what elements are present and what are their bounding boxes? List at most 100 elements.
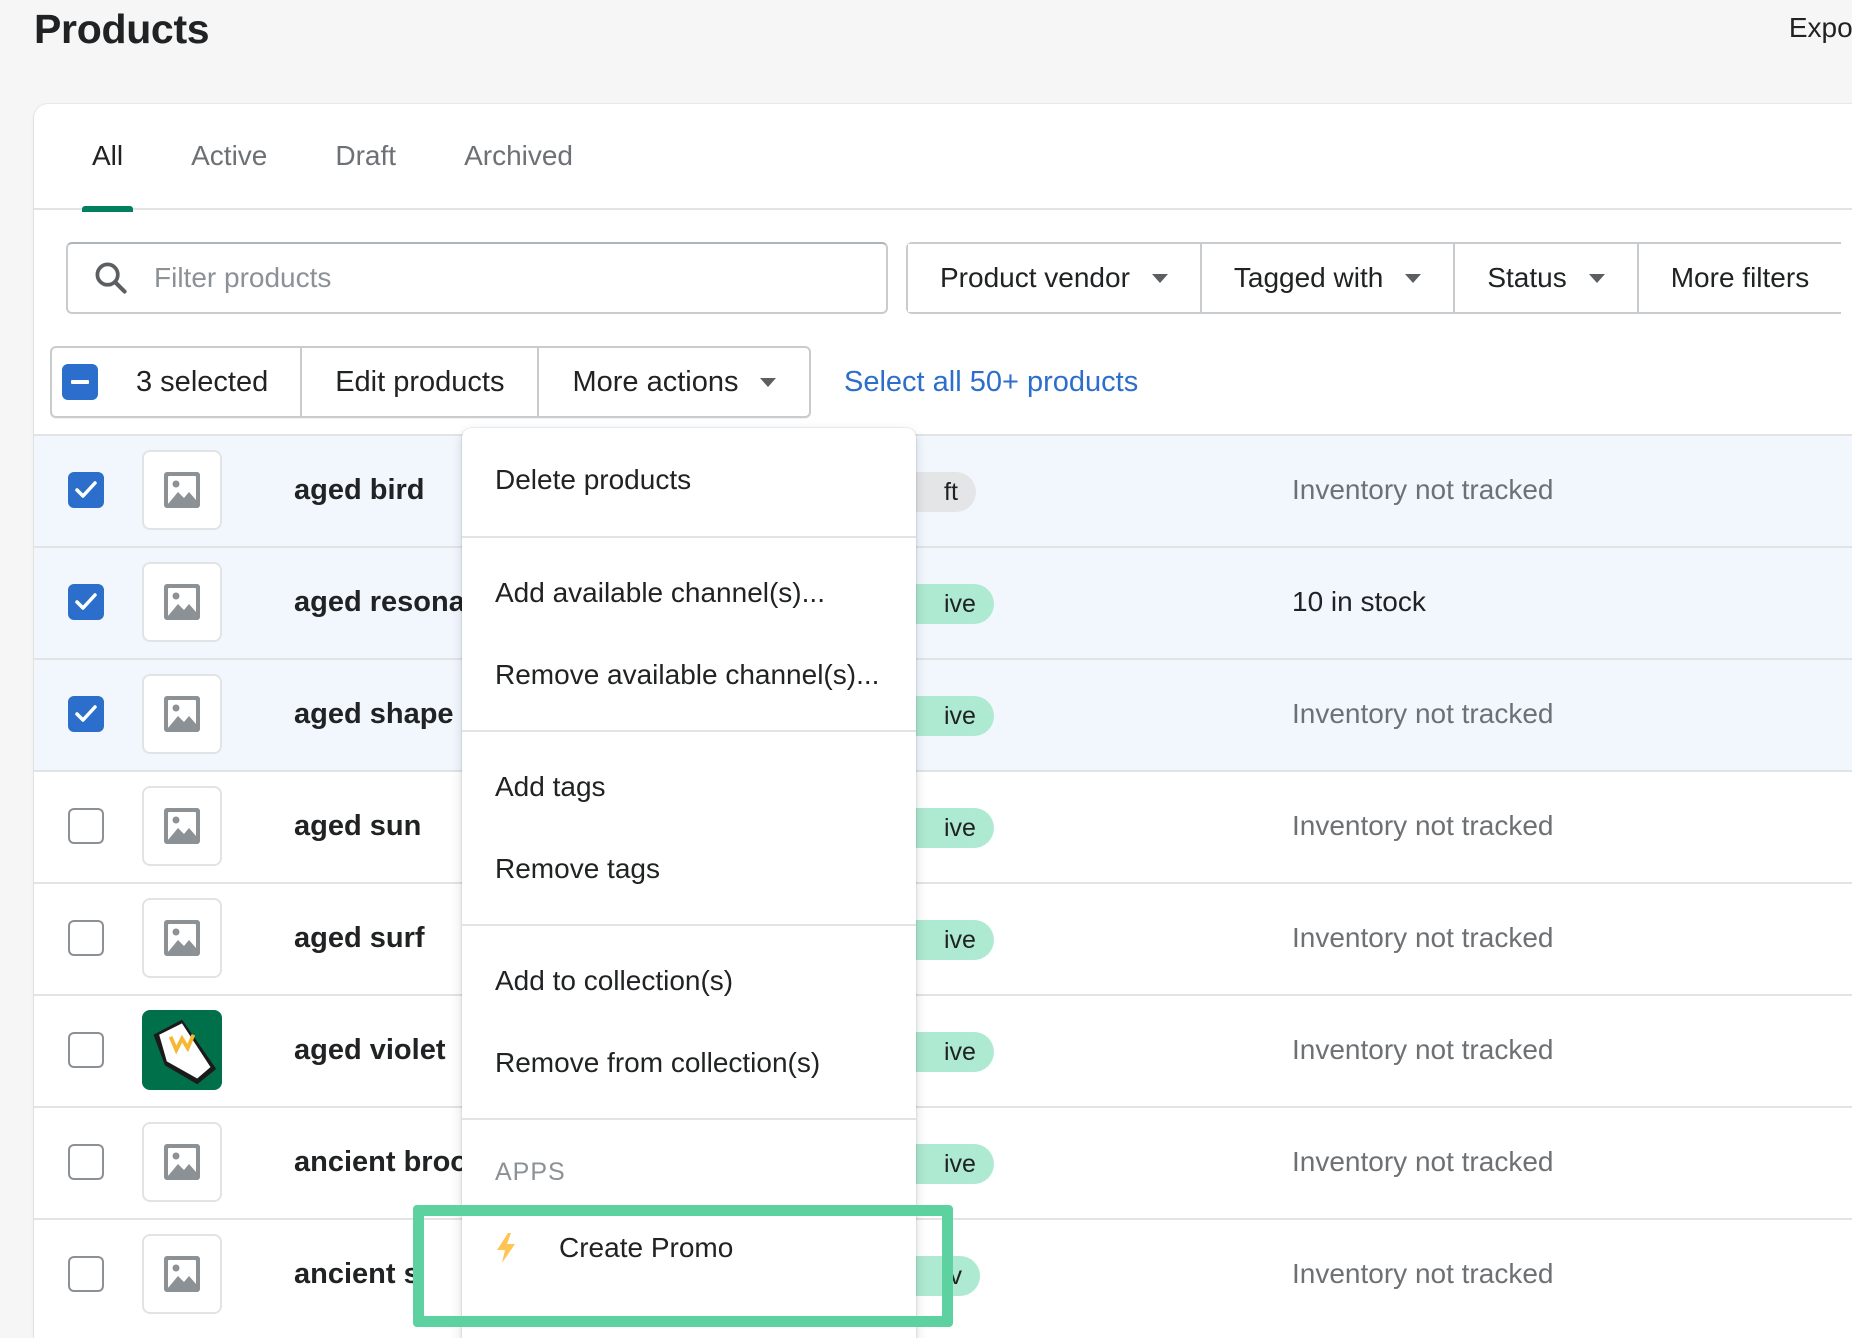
caret-down-icon [1405,273,1422,283]
indeterminate-checkbox[interactable] [62,364,98,400]
inventory-status: Inventory not tracked [1292,474,1554,505]
table-row[interactable]: aged shape ive Inventory not tracked [34,658,1852,770]
search-input[interactable] [154,262,834,294]
filter-product-vendor[interactable]: Product vendor [908,244,1202,312]
product-thumbnail[interactable] [142,1234,222,1314]
bolt-icon [497,1233,515,1263]
caret-down-icon [760,377,777,387]
menu-item-add-channels[interactable]: Add available channel(s)... [462,552,916,634]
product-name[interactable]: aged sun [294,810,421,843]
tab-all[interactable]: All [58,104,157,212]
image-placeholder-icon [164,920,200,956]
image-placeholder-icon [164,1256,200,1292]
table-row[interactable]: aged resona ive 10 in stock [34,546,1852,658]
search-icon [95,262,127,294]
table-row[interactable]: aged bird ft Inventory not tracked [34,434,1852,546]
filter-more[interactable]: More filters [1638,244,1842,312]
row-checkbox[interactable] [68,920,104,956]
products-card: All Active Draft Archived Product vendor… [34,104,1852,1338]
inventory-status: Inventory not tracked [1292,1258,1554,1289]
product-name[interactable]: aged bird [294,474,425,507]
checkmark-icon [75,593,97,610]
filter-tagged-with[interactable]: Tagged with [1201,244,1456,312]
image-placeholder-icon [164,1144,200,1180]
tab-archived[interactable]: Archived [430,104,607,208]
table-row[interactable]: aged sun ive Inventory not tracked [34,770,1852,882]
more-actions-label: More actions [572,365,739,398]
menu-item-remove-tags[interactable]: Remove tags [462,828,916,910]
product-name[interactable]: ancient s [294,1258,420,1291]
product-name[interactable]: aged surf [294,922,425,955]
product-thumbnail[interactable] [142,562,222,642]
bulk-select-toggle[interactable]: 3 selected [52,348,303,416]
product-name[interactable]: aged shape [294,698,454,731]
product-name[interactable]: aged violet [294,1034,446,1067]
minus-icon [71,380,89,384]
select-all-link[interactable]: Select all 50+ products [844,366,1138,399]
brand-logo-icon [153,1019,217,1085]
image-placeholder-icon [164,584,200,620]
row-checkbox[interactable] [68,808,104,844]
product-name[interactable]: aged resona [294,586,465,619]
product-thumbnail[interactable] [142,898,222,978]
inventory-status: Inventory not tracked [1292,1146,1554,1177]
page-title: Products [34,6,210,52]
menu-section: Add tags Remove tags [462,732,916,926]
row-checkbox[interactable] [68,696,104,732]
row-checkbox[interactable] [68,1032,104,1068]
filter-status[interactable]: Status [1455,244,1639,312]
menu-item-delete-products[interactable]: Delete products [462,450,916,510]
product-thumbnail[interactable] [142,1010,222,1090]
create-promo-label: Create Promo [559,1232,734,1263]
row-checkbox[interactable] [68,1256,104,1292]
inventory-status: Inventory not tracked [1292,922,1554,953]
export-link[interactable]: Expor [1789,12,1852,44]
menu-section: Delete products [462,428,916,538]
image-placeholder-icon [164,808,200,844]
inventory-status: Inventory not tracked [1292,698,1554,729]
menu-item-create-promo[interactable]: Create Promo [462,1207,916,1289]
product-name[interactable]: ancient broo [294,1146,468,1179]
image-placeholder-icon [164,472,200,508]
caret-down-icon [1588,273,1605,283]
product-thumbnail[interactable] [142,1122,222,1202]
product-thumbnail[interactable] [142,450,222,530]
image-placeholder-icon [164,696,200,732]
menu-item-remove-collection[interactable]: Remove from collection(s) [462,1022,916,1104]
caret-down-icon [1151,273,1168,283]
filter-label: Tagged with [1233,262,1384,293]
more-actions-button[interactable]: More actions [539,348,809,416]
table-row[interactable]: aged surf ive Inventory not tracked [34,882,1852,994]
checkmark-icon [75,481,97,498]
more-actions-menu: Delete products Add available channel(s)… [462,428,916,1338]
bulk-actions: 3 selected Edit products More actions [50,346,812,418]
search-box[interactable] [66,242,888,314]
selected-count: 3 selected [136,365,269,398]
filter-group: Product vendor Tagged with Status More f… [906,242,1842,314]
filter-label: More filters [1670,262,1810,293]
row-checkbox[interactable] [68,1144,104,1180]
tab-draft[interactable]: Draft [301,104,430,208]
menu-item-add-collection[interactable]: Add to collection(s) [462,940,916,1022]
menu-section: Add to collection(s) Remove from collect… [462,926,916,1120]
product-thumbnail[interactable] [142,674,222,754]
menu-heading-apps: APPS [495,1158,566,1186]
filter-label: Product vendor [940,262,1130,293]
table-row[interactable]: aged violet ive Inventory not tracked [34,994,1852,1106]
menu-item-remove-channels[interactable]: Remove available channel(s)... [462,634,916,716]
checkmark-icon [75,705,97,722]
row-checkbox[interactable] [68,472,104,508]
tab-bar: All Active Draft Archived [34,104,1852,212]
product-list: aged bird ft Inventory not tracked aged res… [34,434,1852,1330]
menu-item-add-tags[interactable]: Add tags [462,746,916,828]
filter-label: Status [1487,262,1567,293]
row-checkbox[interactable] [68,584,104,620]
product-thumbnail[interactable] [142,786,222,866]
edit-products-button[interactable]: Edit products [302,348,540,416]
inventory-status: 10 in stock [1292,586,1426,617]
tab-active[interactable]: Active [157,104,301,208]
table-row[interactable]: ancient broo ive Inventory not tracked [34,1106,1852,1218]
table-row[interactable]: ancient s iv Inventory not tracked [34,1218,1852,1330]
inventory-status: Inventory not tracked [1292,1034,1554,1065]
inventory-status: Inventory not tracked [1292,810,1554,841]
